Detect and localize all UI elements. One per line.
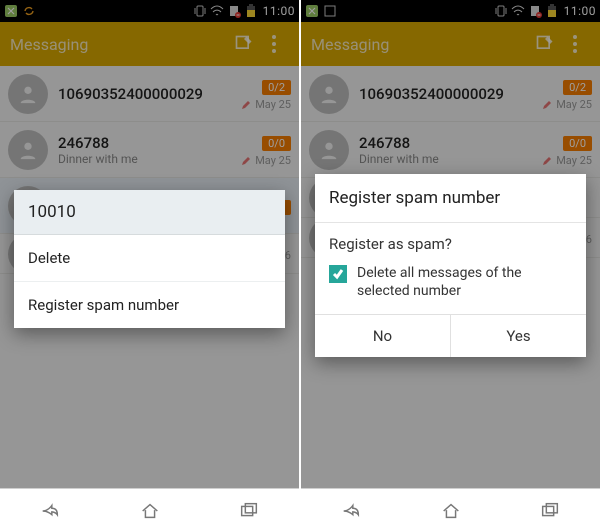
unread-badge: 0/0	[262, 136, 291, 151]
status-bar: 11:00	[0, 0, 299, 22]
status-bar: 11:00	[301, 0, 600, 22]
compose-icon[interactable]	[229, 29, 259, 59]
screen: 11:00 Messaging 10690352400000029 0/2 Ma…	[301, 0, 600, 532]
recents-button[interactable]	[199, 489, 299, 532]
dialog-message: Register as spam?	[315, 223, 586, 259]
context-menu: 10010 Delete Register spam number	[14, 190, 285, 328]
unread-badge: 0/2	[563, 80, 592, 95]
conversation-date: May 25	[556, 98, 592, 111]
phone-left: 11:00 Messaging 10690352400000029 0/2 Ma…	[0, 0, 299, 532]
status-sync-icon	[22, 4, 36, 18]
status-clock: 11:00	[263, 4, 295, 18]
battery-icon	[244, 4, 258, 18]
overflow-icon[interactable]	[259, 29, 289, 59]
context-menu-item-delete[interactable]: Delete	[14, 235, 285, 282]
conversation-name: 246788	[58, 134, 241, 152]
back-button[interactable]	[0, 489, 100, 532]
vibrate-icon	[494, 4, 508, 18]
no-sim-icon	[528, 4, 542, 18]
conversation-name: 10690352400000029	[359, 85, 542, 103]
conversation-snippet: Dinner with me	[58, 152, 241, 166]
avatar-icon	[309, 130, 349, 170]
action-bar: Messaging	[301, 22, 600, 66]
draft-icon	[241, 156, 251, 166]
home-button[interactable]	[100, 489, 200, 532]
conversation-row[interactable]: 246788 Dinner with me 0/0 May 25	[301, 122, 600, 178]
draft-icon	[542, 156, 552, 166]
conversation-name: 10690352400000029	[58, 85, 241, 103]
unread-badge: 0/2	[262, 80, 291, 95]
no-sim-icon	[227, 4, 241, 18]
conversation-row[interactable]: 10690352400000029 0/2 May 25	[301, 66, 600, 122]
status-app-icon	[305, 4, 319, 18]
spam-dialog: Register spam number Register as spam? D…	[315, 174, 586, 357]
overflow-icon[interactable]	[560, 29, 590, 59]
recents-button[interactable]	[500, 489, 600, 532]
dialog-checkbox-row[interactable]: Delete all messages of the selected numb…	[315, 259, 586, 314]
conversation-date: May 25	[255, 154, 291, 167]
context-menu-item-register-spam[interactable]: Register spam number	[14, 282, 285, 328]
home-button[interactable]	[401, 489, 501, 532]
unread-badge: 0/0	[563, 136, 592, 151]
compose-icon[interactable]	[530, 29, 560, 59]
conversation-row[interactable]: 10690352400000029 0/2 May 25	[0, 66, 299, 122]
status-app-icon	[4, 4, 18, 18]
conversation-date: May 25	[255, 98, 291, 111]
phone-right: 11:00 Messaging 10690352400000029 0/2 Ma…	[301, 0, 600, 532]
action-bar: Messaging	[0, 22, 299, 66]
app-title: Messaging	[311, 35, 530, 54]
checkbox-label: Delete all messages of the selected numb…	[357, 265, 572, 300]
nav-bar	[301, 488, 600, 532]
vibrate-icon	[193, 4, 207, 18]
dialog-no-button[interactable]: No	[315, 315, 450, 357]
draft-icon	[241, 100, 251, 110]
screen: 11:00 Messaging 10690352400000029 0/2 Ma…	[0, 0, 299, 532]
draft-icon	[542, 100, 552, 110]
avatar-icon	[309, 74, 349, 114]
conversation-name: 246788	[359, 134, 542, 152]
back-button[interactable]	[301, 489, 401, 532]
conversation-snippet: Dinner with me	[359, 152, 542, 166]
conversation-row[interactable]: 246788 Dinner with me 0/0 May 25	[0, 122, 299, 178]
nav-bar	[0, 488, 299, 532]
app-title: Messaging	[10, 35, 229, 54]
context-menu-header: 10010	[14, 190, 285, 235]
conversation-date: May 25	[556, 154, 592, 167]
wifi-icon	[511, 4, 525, 18]
battery-icon	[545, 4, 559, 18]
status-clock: 11:00	[564, 4, 596, 18]
avatar-icon	[8, 74, 48, 114]
wifi-icon	[210, 4, 224, 18]
avatar-icon	[8, 130, 48, 170]
dialog-yes-button[interactable]: Yes	[450, 315, 586, 357]
dialog-title: Register spam number	[315, 174, 586, 223]
checkbox-icon[interactable]	[329, 265, 347, 283]
screenshot-icon	[323, 4, 337, 18]
